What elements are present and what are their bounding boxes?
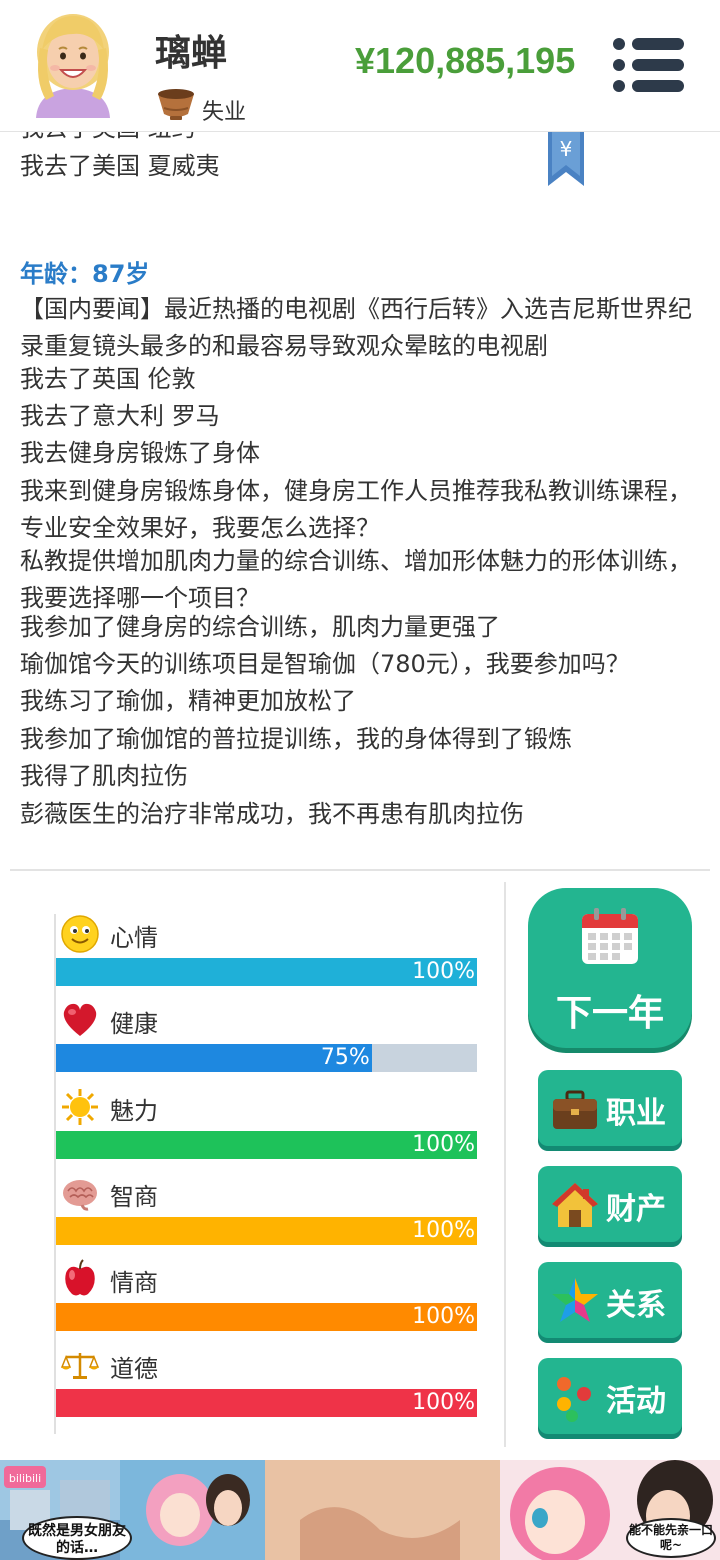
stat-iq: 智商 100% (56, 1173, 477, 1259)
header-bar: 璃蝉 失业 ¥120,885,195 (0, 0, 720, 132)
log-entry: 我去了美国 夏威夷 (20, 152, 220, 180)
calendar-icon (582, 908, 638, 964)
career-button[interactable]: 职业 (538, 1070, 682, 1146)
log-entry: 我参加了健身房的综合训练，肌肉力量更强了 (20, 613, 500, 641)
stat-value: 100% (412, 1132, 475, 1157)
svg-text:¥: ¥ (560, 137, 573, 161)
log-entry: 我来到健身房锻炼身体，健身房工作人员推荐我私教训练课程，专业安全效果好，我要怎么… (20, 477, 692, 542)
activity-dots-icon (557, 1377, 591, 1422)
log-entry: 彭薇医生的治疗非常成功，我不再患有肌肉拉伤 (20, 800, 524, 828)
column-divider (504, 882, 506, 1447)
ad-banner[interactable]: bilibili 既然是男女朋友的话… 能不能先亲一口呢~ (0, 1460, 720, 1560)
log-entry: 我得了肌肉拉伤 (20, 762, 188, 790)
bowl-icon (158, 89, 194, 120)
log-entry: 我练习了瑜伽，精神更加放松了 (20, 687, 356, 715)
next-year-button[interactable]: 下一年 (528, 888, 692, 1048)
stat-label: 道德 (110, 1355, 158, 1383)
house-icon (552, 1183, 598, 1227)
career-label: 职业 (606, 1096, 666, 1131)
stat-morality: 道德 100% (56, 1345, 477, 1431)
log-entry: 【国内要闻】最近热播的电视剧《西行后转》入选吉尼斯世界纪录重复镜头最多的和最容易… (20, 295, 692, 360)
log-entry: 我参加了瑜伽馆的普拉提训练，我的身体得到了锻炼 (20, 725, 572, 753)
event-log[interactable]: 我去了美国 纽约 我去了美国 夏威夷 年龄：87岁 【国内要闻】最近热播的电视剧… (0, 132, 720, 872)
relations-button[interactable]: 关系 (538, 1262, 682, 1338)
log-entry: 我去了意大利 罗马 (20, 402, 220, 430)
stat-value: 100% (412, 1304, 475, 1329)
relations-label: 关系 (606, 1288, 666, 1323)
stat-bar: 100% (56, 1217, 477, 1245)
avatar[interactable] (28, 10, 118, 118)
next-year-label: 下一年 (555, 993, 664, 1034)
log-entry: 私教提供增加肌肉力量的综合训练、增加形体魅力的形体训练，我要选择哪一个项目？ (20, 547, 692, 612)
sun-icon (62, 1089, 98, 1125)
stat-value: 100% (412, 1218, 475, 1243)
stat-bar: 100% (56, 1303, 477, 1331)
log-entry: 我去健身房锻炼了身体 (20, 439, 260, 467)
age-heading: 年龄：87岁 (20, 260, 150, 288)
property-button[interactable]: 财产 (538, 1166, 682, 1242)
menu-icon[interactable] (612, 38, 684, 92)
scales-icon (60, 1353, 100, 1379)
stat-health: 健康 75% (56, 1000, 477, 1086)
property-label: 财产 (606, 1192, 666, 1227)
log-entry: 瑜伽馆今天的训练项目是智瑜伽（780元），我要参加吗？ (20, 650, 630, 678)
stat-label: 情商 (110, 1269, 158, 1297)
stat-bar: 100% (56, 958, 477, 986)
briefcase-icon (553, 1090, 597, 1129)
ad-logo: bilibili (9, 1472, 41, 1485)
stat-eq: 情商 100% (56, 1259, 477, 1345)
character-name: 璃蝉 (155, 33, 228, 74)
log-entry: 我去了美国 纽约 (20, 132, 700, 147)
stat-charm: 魅力 100% (56, 1087, 477, 1173)
section-divider (10, 869, 710, 871)
stat-value: 100% (412, 1390, 475, 1415)
stat-value: 100% (412, 959, 475, 984)
apple-icon (65, 1259, 95, 1296)
activity-button[interactable]: 活动 (538, 1358, 682, 1434)
log-entry: 我去了英国 伦敦 (20, 365, 196, 393)
stat-label: 心情 (110, 924, 158, 952)
smiley-icon (61, 915, 99, 953)
job-status: 失业 (202, 100, 247, 125)
bookmark-yen-icon[interactable]: ¥ (546, 132, 586, 188)
star-icon (552, 1278, 598, 1322)
ad-speech-bubble: 能不能先亲一口呢~ (626, 1518, 716, 1558)
ad-speech-bubble: 既然是男女朋友的话… (22, 1516, 132, 1560)
stat-bar: 75% (56, 1044, 477, 1072)
stat-label: 健康 (110, 1010, 158, 1038)
stat-bar: 100% (56, 1389, 477, 1417)
money-balance: ¥120,885,195 (355, 40, 576, 81)
activity-label: 活动 (606, 1384, 666, 1419)
stat-label: 魅力 (110, 1097, 158, 1125)
heart-icon (63, 1003, 97, 1036)
stat-bar: 100% (56, 1131, 477, 1159)
stat-label: 智商 (110, 1183, 158, 1211)
brain-icon (63, 1180, 97, 1211)
stat-mood: 心情 100% (56, 914, 477, 1000)
stat-value: 75% (320, 1045, 370, 1070)
